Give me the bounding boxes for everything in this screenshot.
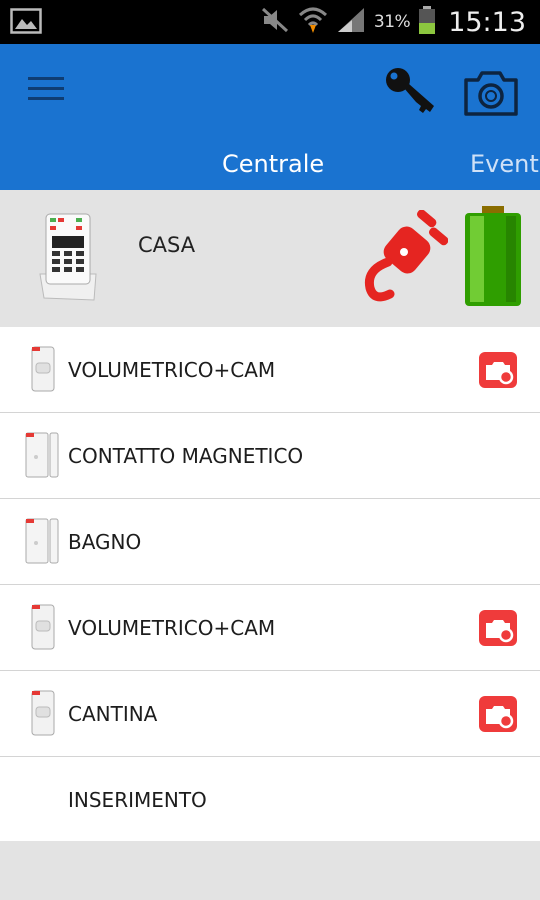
battery-percent: 31%: [373, 12, 411, 32]
tab-centrale[interactable]: Centrale: [222, 150, 324, 178]
device-label: VOLUMETRICO+CAM: [68, 616, 276, 640]
hub-label: CASA: [138, 233, 196, 257]
device-label: BAGNO: [68, 530, 142, 554]
motion-sensor-icon: [22, 345, 62, 399]
motion-sensor-icon: [22, 689, 62, 743]
image-icon: [10, 8, 42, 38]
door-contact-icon: [22, 431, 62, 485]
hub-panel[interactable]: CASA: [0, 190, 540, 326]
control-panel-icon: [36, 210, 100, 306]
status-bar: 31% 15:13: [0, 0, 540, 44]
battery-icon: [418, 5, 436, 39]
list-item[interactable]: BAGNO: [0, 499, 540, 585]
camera-badge-icon[interactable]: [478, 695, 518, 737]
motion-sensor-icon: [22, 603, 62, 657]
hamburger-menu-icon[interactable]: [28, 77, 64, 107]
tab-eventi[interactable]: Eventi: [470, 150, 540, 178]
wifi-icon: [298, 5, 328, 39]
list-item[interactable]: CANTINA: [0, 671, 540, 757]
device-label: VOLUMETRICO+CAM: [68, 358, 276, 382]
camera-badge-icon[interactable]: [478, 609, 518, 651]
door-contact-icon: [22, 517, 62, 571]
camera-icon[interactable]: [462, 66, 520, 120]
list-item[interactable]: INSERIMENTO: [0, 757, 540, 841]
clock: 15:13: [448, 6, 526, 38]
camera-badge-icon[interactable]: [478, 351, 518, 393]
signal-icon: [336, 6, 366, 38]
list-item[interactable]: CONTATTO MAGNETICO: [0, 413, 540, 499]
power-plug-icon: [358, 209, 449, 310]
list-item[interactable]: VOLUMETRICO+CAM: [0, 585, 540, 671]
app-bar: Centrale Eventi: [0, 44, 540, 190]
device-label: CONTATTO MAGNETICO: [68, 444, 304, 468]
key-icon[interactable]: [382, 64, 438, 120]
device-label: CANTINA: [68, 702, 158, 726]
list-item[interactable]: VOLUMETRICO+CAM: [0, 327, 540, 413]
device-label: INSERIMENTO: [68, 788, 207, 812]
device-list: VOLUMETRICO+CAM CONTATTO MAGNETICO BAGNO…: [0, 327, 540, 841]
mute-icon: [260, 6, 290, 38]
battery-full-icon: [462, 204, 524, 312]
